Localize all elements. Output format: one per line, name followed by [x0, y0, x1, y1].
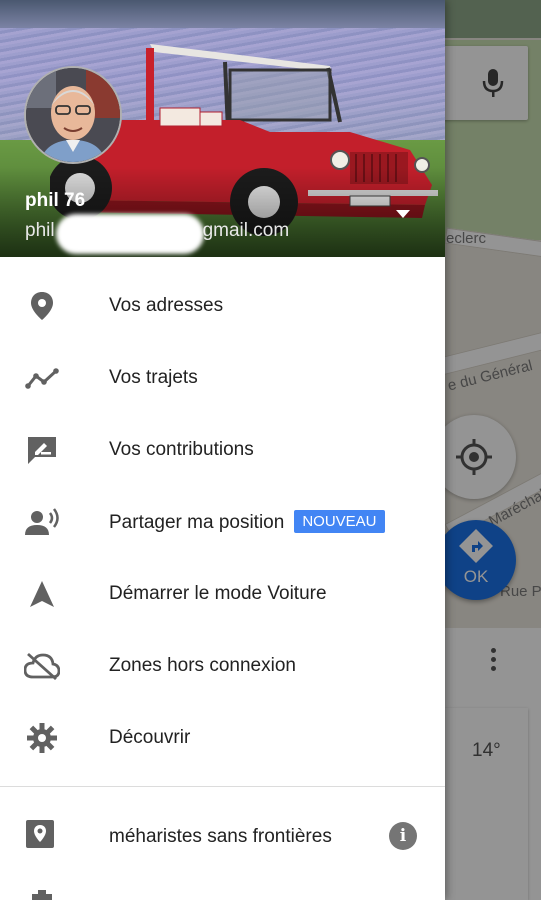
menu-item-partager-ma-position[interactable]: Partager ma position NOUVEAU	[0, 486, 445, 558]
menu-item-label: Vos adresses	[109, 295, 224, 316]
email-prefix: phil	[25, 220, 55, 241]
offline-cloud-icon	[24, 650, 60, 682]
menu-item-vos-trajets[interactable]: Vos trajets	[0, 342, 445, 414]
menu-item-meharistes-sans-frontieres[interactable]: méharistes sans frontières i	[0, 800, 445, 872]
account-name: phil 76	[25, 190, 86, 211]
share-location-label: Partager ma position	[109, 512, 285, 533]
new-badge: NOUVEAU	[294, 510, 385, 533]
navigation-drawer: phil 76 phil gmail.com Vos adresses Vos t…	[0, 0, 445, 900]
menu-item-zones-hors-connexion[interactable]: Zones hors connexion	[0, 630, 445, 702]
partial-menu-icon	[32, 890, 52, 900]
map-pin-square-icon	[24, 818, 60, 854]
profile-photo	[26, 68, 120, 162]
menu-item-label: Zones hors connexion	[109, 655, 296, 676]
menu-item-mode-voiture[interactable]: Démarrer le mode Voiture	[0, 558, 445, 630]
menu-item-label: Vos trajets	[109, 367, 198, 388]
menu-item-vos-contributions[interactable]: Vos contributions	[0, 414, 445, 486]
header-sky	[0, 0, 445, 30]
menu-item-label: Découvrir	[109, 727, 191, 748]
menu-item-vos-adresses[interactable]: Vos adresses	[0, 270, 445, 342]
contributions-icon	[24, 434, 60, 466]
timeline-icon	[24, 362, 60, 394]
drawer-menu: Vos adresses Vos trajets Vos contributio…	[0, 270, 445, 774]
email-suffix: gmail.com	[202, 220, 290, 241]
menu-item-label: Partager ma position NOUVEAU	[109, 510, 385, 534]
menu-item-label: méharistes sans frontières	[109, 826, 332, 847]
menu-item-label: Démarrer le mode Voiture	[109, 583, 327, 604]
navigation-arrow-icon	[24, 578, 60, 610]
account-switcher-arrow-icon[interactable]	[394, 208, 412, 220]
email-redaction	[56, 214, 204, 254]
place-pin-icon	[24, 290, 60, 322]
info-icon[interactable]: i	[389, 822, 417, 850]
menu-divider	[0, 786, 445, 787]
menu-item-decouvrir[interactable]: Découvrir	[0, 702, 445, 774]
status-bar	[445, 0, 541, 38]
account-header: phil 76 phil gmail.com	[0, 0, 445, 257]
menu-item-label: Vos contributions	[109, 439, 254, 460]
share-location-icon	[24, 506, 60, 538]
explore-gear-icon	[24, 722, 60, 754]
profile-avatar[interactable]	[24, 66, 122, 164]
